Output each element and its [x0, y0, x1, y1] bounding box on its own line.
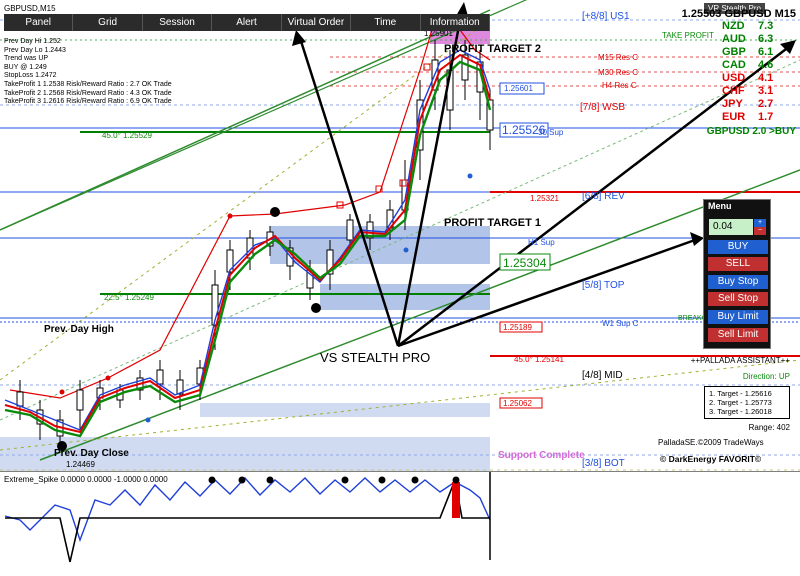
- assistant-targets: 1. Target - 1.25616 2. Target - 1.25773 …: [704, 386, 790, 419]
- angle-225-label: 22.5° 1.25249: [104, 293, 154, 302]
- window-title: GBPUSD,M15: [4, 4, 56, 13]
- currency-strength-panel: 1.25503 GBPUSD M15 NZD 7.3 AUD 6.3 GBP 6.1 …: [640, 8, 796, 137]
- angle-45-label: 45.0° 1.25529: [102, 131, 152, 140]
- sell-button[interactable]: SELL: [708, 257, 768, 271]
- target-line: 1. Target - 1.25616: [709, 389, 772, 398]
- price-25062: 1.25062: [503, 399, 532, 408]
- info-line: Prev Day Lo 1.2443: [4, 46, 66, 54]
- price-25321: 1.25321: [530, 194, 559, 203]
- level-58-label: [5/8] TOP: [582, 280, 625, 291]
- currency-value: 6.3: [758, 33, 774, 45]
- h4-res-label: H4 Res C: [602, 81, 637, 90]
- support-complete-label: Support Complete: [498, 450, 585, 461]
- price-25304: 1.25304: [503, 256, 547, 270]
- currency-code: GBP: [722, 46, 746, 58]
- lot-increment-button[interactable]: +: [754, 219, 766, 227]
- info-line: TakeProfit 2 1.2568 Risk/Reward Ratio : …: [4, 89, 172, 97]
- currency-code: JPY: [722, 98, 743, 110]
- info-line: TakeProfit 3 1.2616 Risk/Reward Ratio : …: [4, 98, 172, 106]
- profit-target-2-label: PROFIT TARGET 2: [444, 43, 541, 55]
- currency-value: 6.1: [758, 46, 774, 58]
- pallada-assistant: ++PALLADA ASSISTANT++ Direction: UP 1. T…: [672, 356, 790, 432]
- currency-panel-title: 1.25503 GBPUSD M15: [681, 8, 796, 20]
- info-line: BUY @ 1.249: [4, 63, 47, 71]
- toolbar-grid-button[interactable]: Grid: [73, 14, 143, 31]
- currency-value: 3.1: [758, 85, 774, 97]
- stealth-pro-label: VS STEALTH PRO: [320, 350, 430, 365]
- sell-limit-button[interactable]: Sell Limit: [708, 328, 768, 342]
- currency-code: CAD: [722, 59, 746, 71]
- info-line: Prev Day Hi 1.252: [4, 38, 61, 45]
- currency-value: 4.6: [758, 59, 774, 71]
- assistant-direction: Direction: UP: [742, 372, 790, 381]
- trade-info-block: Prev Day Hi 1.252 Prev Day Lo 1.2443 Tre…: [4, 38, 172, 107]
- assistant-credit: PalladaSE.©2009 TradeWays: [658, 438, 764, 447]
- currency-code: CHF: [722, 85, 745, 97]
- sell-stop-button[interactable]: Sell Stop: [708, 292, 768, 306]
- price-25601: 1.25601: [504, 84, 533, 93]
- assistant-title: ++PALLADA ASSISTANT++: [690, 356, 790, 365]
- toolbar-session-button[interactable]: Session: [143, 14, 213, 31]
- h1-sup-label: H1 Sup: [528, 238, 555, 247]
- order-menu-panel: Menu 0.04 + − BUY SELL Buy Stop Sell Sto…: [703, 199, 771, 349]
- toolbar: Panel Grid Session Alert Virtual Order T…: [4, 14, 490, 31]
- prev-day-close-label: Prev. Day Close: [54, 448, 129, 459]
- currency-code: EUR: [722, 111, 746, 123]
- currency-value: 7.3: [758, 20, 774, 32]
- price-25526: 1.25526: [502, 123, 546, 137]
- toolbar-time-button[interactable]: Time: [351, 14, 421, 31]
- level-68-label: [6/8] REV: [582, 191, 625, 202]
- target-line: 2. Target - 1.25773: [709, 398, 772, 407]
- info-line: TakeProfit 1 1.2538 Risk/Reward Ratio : …: [4, 80, 172, 88]
- lot-decrement-button[interactable]: −: [754, 227, 766, 235]
- target-line: 3. Target - 1.26018: [709, 407, 772, 416]
- toolbar-information-button[interactable]: Information: [421, 14, 490, 31]
- buy-stop-button[interactable]: Buy Stop: [708, 275, 768, 289]
- menu-title: Menu: [708, 201, 732, 211]
- buy-limit-button[interactable]: Buy Limit: [708, 310, 768, 324]
- lot-size-input[interactable]: 0.04: [709, 219, 753, 235]
- level-48-label: [4/8] MID: [582, 370, 623, 381]
- toolbar-virtual-order-button[interactable]: Virtual Order: [282, 14, 352, 31]
- profit-target-1-label: PROFIT TARGET 1: [444, 217, 541, 229]
- price-25189: 1.25189: [503, 323, 532, 332]
- currency-value: 1.7: [758, 111, 774, 123]
- zone-support: [200, 403, 490, 417]
- m30-res-label: M30 Res C: [598, 68, 638, 77]
- toolbar-alert-button[interactable]: Alert: [212, 14, 282, 31]
- level-78-label: [7/8] WSB: [580, 102, 625, 113]
- extreme-spike-label: Extreme_Spike 0.0000 0.0000 -1.0000 0.00…: [4, 475, 168, 484]
- level-38-label: [3/8] BOT: [582, 458, 625, 469]
- w1-sup-label: W1 Sup C: [602, 319, 639, 328]
- currency-code: NZD: [722, 20, 745, 32]
- info-line: StopLoss 1.2472: [4, 72, 57, 80]
- m15-res-label: M15 Res C: [598, 53, 638, 62]
- assistant-range: Range: 402: [748, 423, 790, 432]
- favorit-credit: © DarkEnergy FAVORIT©: [660, 454, 762, 464]
- info-line: Trend was UP: [4, 55, 49, 63]
- mid-angle-label: 45.0° 1.25141: [514, 355, 564, 364]
- toolbar-panel-button[interactable]: Panel: [4, 14, 74, 31]
- currency-code: USD: [722, 72, 746, 84]
- prev-day-high-label: Prev. Day High: [44, 324, 114, 335]
- currency-code: AUD: [722, 33, 746, 45]
- buy-button[interactable]: BUY: [708, 240, 768, 254]
- price-24469: 1.24469: [66, 460, 95, 469]
- currency-value: 2.7: [758, 98, 774, 110]
- level-88-label: [+8/8] US1: [582, 11, 630, 22]
- currency-panel-signal: GBPUSD 2.0 >BUY: [706, 126, 796, 137]
- currency-value: 4.1: [758, 72, 774, 84]
